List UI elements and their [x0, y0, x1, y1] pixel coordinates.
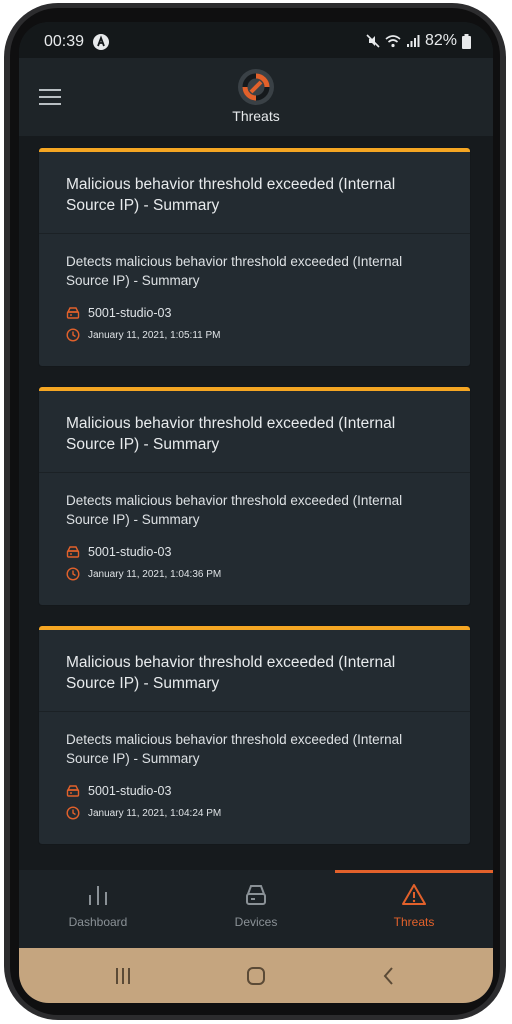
threat-card[interactable]: Malicious behavior threshold exceeded (I…: [39, 626, 470, 844]
wifi-icon: [385, 35, 401, 48]
device-name: 5001-studio-03: [88, 306, 172, 320]
time-row: January 11, 2021, 1:04:24 PM: [66, 806, 443, 820]
hard-drive-icon: [66, 307, 80, 319]
threat-title: Malicious behavior threshold exceeded (I…: [39, 152, 470, 234]
status-time: 00:39: [44, 33, 85, 50]
nav-dashboard[interactable]: Dashboard: [19, 870, 177, 948]
threat-card[interactable]: Malicious behavior threshold exceeded (I…: [39, 148, 470, 366]
back-icon[interactable]: [378, 965, 400, 987]
threat-title: Malicious behavior threshold exceeded (I…: [39, 630, 470, 712]
battery-percent: 82%: [424, 32, 457, 49]
page-title: Threats: [232, 108, 280, 124]
hard-drive-icon: [246, 885, 266, 905]
threat-description: Detects malicious behavior threshold exc…: [66, 254, 403, 288]
warning-triangle-icon: [402, 884, 426, 905]
clock-icon: [66, 567, 80, 581]
threat-timestamp: January 11, 2021, 1:05:11 PM: [88, 329, 221, 341]
nav-dashboard-label: Dashboard: [68, 915, 128, 929]
device-name: 5001-studio-03: [88, 784, 172, 798]
battery-icon: [462, 33, 471, 49]
threat-title: Malicious behavior threshold exceeded (I…: [39, 391, 470, 473]
system-nav-bar: [19, 948, 493, 1003]
clock-icon: [66, 806, 80, 820]
threat-body: Detects malicious behavior threshold exc…: [39, 712, 470, 820]
nav-devices[interactable]: Devices: [177, 870, 335, 948]
status-bar: 00:39 82%: [19, 22, 493, 58]
clock-icon: [66, 328, 80, 342]
recent-apps-icon[interactable]: [112, 965, 134, 987]
device-row: 5001-studio-03: [66, 545, 443, 559]
hard-drive-icon: [66, 785, 80, 797]
nav-threats-label: Threats: [393, 915, 435, 929]
mute-icon: [366, 34, 380, 48]
home-icon[interactable]: [245, 965, 267, 987]
hard-drive-icon: [66, 546, 80, 558]
app-logo-icon: [238, 69, 274, 105]
menu-icon[interactable]: [39, 89, 61, 105]
threat-timestamp: January 11, 2021, 1:04:36 PM: [88, 568, 222, 580]
app-header: Threats: [19, 58, 493, 136]
threat-description: Detects malicious behavior threshold exc…: [66, 732, 403, 766]
device-name: 5001-studio-03: [88, 545, 172, 559]
app-screen: 00:39 82% Threats Malicious behavior thr…: [19, 22, 493, 1003]
threat-description: Detects malicious behavior threshold exc…: [66, 493, 403, 527]
time-row: January 11, 2021, 1:04:36 PM: [66, 567, 443, 581]
threat-card[interactable]: Malicious behavior threshold exceeded (I…: [39, 387, 470, 605]
threat-timestamp: January 11, 2021, 1:04:24 PM: [88, 807, 222, 819]
device-row: 5001-studio-03: [66, 306, 443, 320]
time-row: January 11, 2021, 1:05:11 PM: [66, 328, 443, 342]
bar-chart-icon: [89, 886, 107, 905]
auto-icon: [93, 34, 109, 50]
nav-devices-label: Devices: [234, 915, 278, 929]
device-row: 5001-studio-03: [66, 784, 443, 798]
signal-icon: [406, 35, 420, 47]
nav-threats[interactable]: Threats: [335, 870, 493, 948]
status-indicators: 82%: [366, 32, 471, 50]
threat-list: Malicious behavior threshold exceeded (I…: [19, 136, 493, 870]
bottom-nav: Dashboard Devices Threats: [19, 870, 493, 948]
threat-body: Detects malicious behavior threshold exc…: [39, 234, 470, 342]
threat-body: Detects malicious behavior threshold exc…: [39, 473, 470, 581]
